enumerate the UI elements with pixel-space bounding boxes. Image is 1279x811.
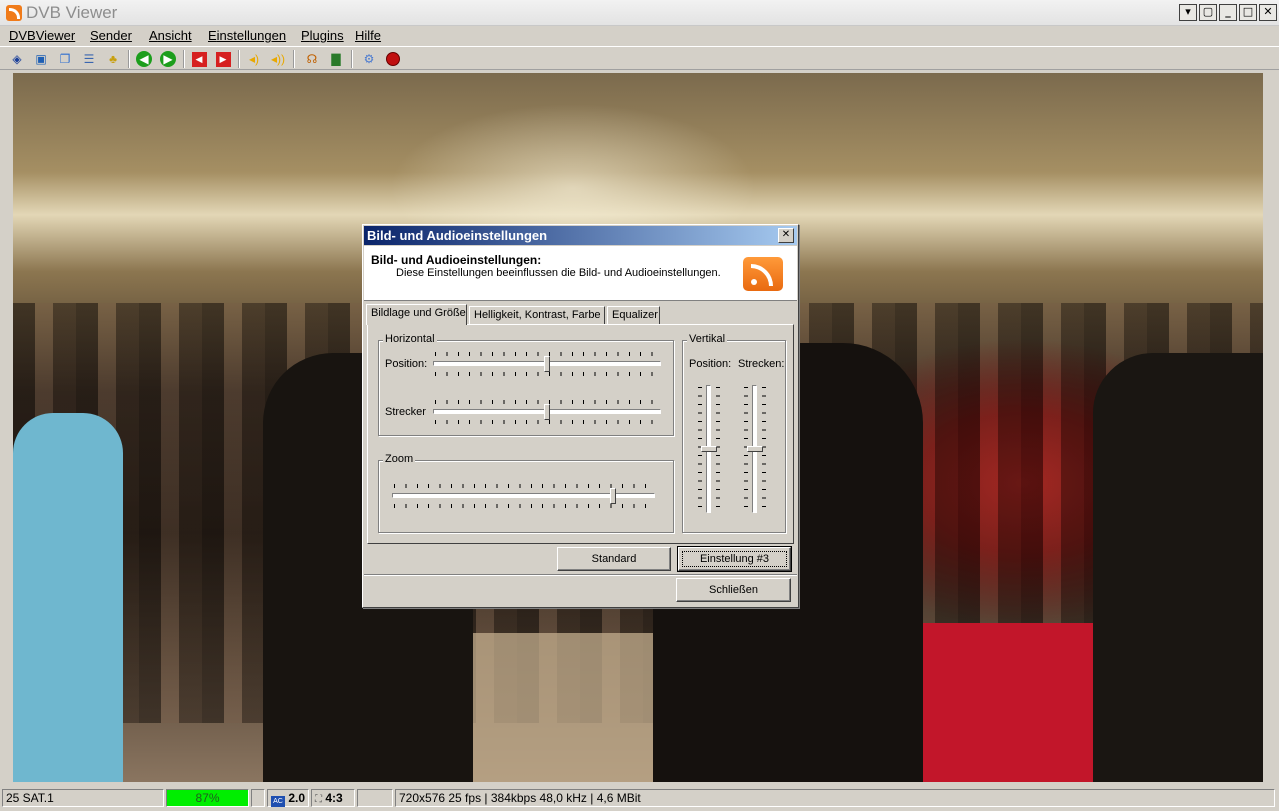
dialog-close-icon[interactable]: ✕ [778,228,794,243]
horizontal-label: Horizontal [383,333,437,345]
window-icon[interactable]: ▣ [32,50,50,68]
vertical-label: Vertikal [687,333,728,345]
dvbviewer-logo-icon [743,257,783,291]
menu-dropdown-button[interactable]: ▾ [1179,4,1197,21]
volume-up-icon[interactable]: ◂)) [269,50,287,68]
menu-sender[interactable]: Sender [90,28,132,43]
dialog-header-description: Diese Einstellungen beeinflussen die Bil… [396,267,721,279]
h-stretch-thumb[interactable] [544,404,550,420]
h-position-thumb[interactable] [544,356,550,372]
toolbar: ◈ ▣ ❐ ☰ ♣ ◀ ▶ ◀ ▶ ◂) ◂)) ☊ ▇ ⚙ [0,46,1279,70]
h-stretch-label: Strecker [385,406,426,418]
status-bar: 25 SAT.1 87% AC 2.0 ⛶ 4:3 720x576 25 fps… [0,788,1279,809]
aspect-icon: ⛶ [315,794,322,805]
picture-audio-settings-dialog: Bild- und Audioeinstellungen ✕ Bild- und… [362,224,799,608]
v-stretch-thumb[interactable] [747,446,763,452]
vertical-group: Vertikal Position: Strecken: [682,333,786,533]
window-title: DVB Viewer [26,3,118,22]
forward-icon[interactable]: ▶ [159,50,177,68]
v-stretch-label: Strecken: [738,358,785,370]
menu-einstellungen[interactable]: Einstellungen [208,28,286,43]
restore-mode-button[interactable]: ▢ [1199,4,1217,21]
v-position-thumb[interactable] [701,446,717,452]
previous-channel-icon[interactable]: ◀ [190,50,208,68]
close-dialog-button[interactable]: Schließen [676,578,791,602]
standard-button[interactable]: Standard [557,547,671,571]
signal-strength-bar: 87% [166,789,249,807]
tab-equalizer[interactable]: Equalizer [607,306,660,324]
volume-down-icon[interactable]: ◂) [245,50,263,68]
dialog-header: Bild- und Audioeinstellungen: Diese Eins… [364,246,797,301]
h-position-slider[interactable] [433,352,661,376]
aspect-ratio-value: 4:3 [325,791,343,805]
stream-info: 720x576 25 fps | 384kbps 48,0 kHz | 4,6 … [395,789,1275,807]
maximize-button[interactable]: □ [1239,4,1257,21]
horizontal-group: Horizontal Position: Strecker [378,333,674,436]
dialog-title-bar: Bild- und Audioeinstellungen ✕ [364,226,797,245]
dialog-title: Bild- und Audioeinstellungen [367,228,548,243]
channel-list-icon[interactable]: ◈ [8,50,26,68]
zoom-slider[interactable] [392,484,655,508]
tab-panel: Horizontal Position: Strecker Zoom Verti… [367,324,794,544]
menu-ansicht[interactable]: Ansicht [149,28,192,43]
v-stretch-slider[interactable] [744,385,766,513]
menu-hilfe[interactable]: Hilfe [355,28,381,43]
tab-brightness-contrast[interactable]: Helligkeit, Kontrast, Farbe [469,306,605,324]
back-icon[interactable]: ◀ [135,50,153,68]
minimize-button[interactable]: _ [1219,4,1237,21]
v-position-slider[interactable] [698,385,720,513]
title-bar: DVB Viewer ▾ ▢ _ □ ✕ [0,0,1279,26]
close-button[interactable]: ✕ [1259,4,1277,21]
copy-icon[interactable]: ❐ [56,50,74,68]
audio-channels-value: 2.0 [288,791,306,805]
menu-bar: DVBViewer Sender Ansicht Einstellungen P… [0,26,1279,45]
aspect-ratio: ⛶ 4:3 [311,789,355,807]
settings-icon[interactable]: ⚙ [360,50,378,68]
list-icon[interactable]: ☰ [80,50,98,68]
h-position-label: Position: [385,358,428,370]
zoom-label: Zoom [383,453,416,465]
audio-icon: AC [271,796,285,807]
menu-plugins[interactable]: Plugins [301,28,344,43]
h-stretch-slider[interactable] [433,400,661,424]
signal-strength-value: 87% [195,791,220,805]
users-icon[interactable]: ♣ [104,50,122,68]
dvbviewer-app-icon [6,5,22,21]
dialog-header-title: Bild- und Audioeinstellungen: [371,253,542,267]
tab-picture-position[interactable]: Bildlage und Größe [366,304,467,325]
status-channel: 25 SAT.1 [2,789,164,807]
menu-dvbviewer[interactable]: DVBViewer [9,28,75,43]
audio-channels: AC 2.0 [267,789,309,807]
record-icon[interactable] [384,50,402,68]
zoom-thumb[interactable] [609,488,616,504]
equalizer-icon[interactable]: ▇ [327,50,345,68]
mute-icon[interactable]: ☊ [303,50,321,68]
zoom-group: Zoom [378,453,674,533]
v-position-label: Position: [689,358,732,370]
preset-button[interactable]: Einstellung #3 [677,546,792,572]
next-channel-icon[interactable]: ▶ [214,50,232,68]
